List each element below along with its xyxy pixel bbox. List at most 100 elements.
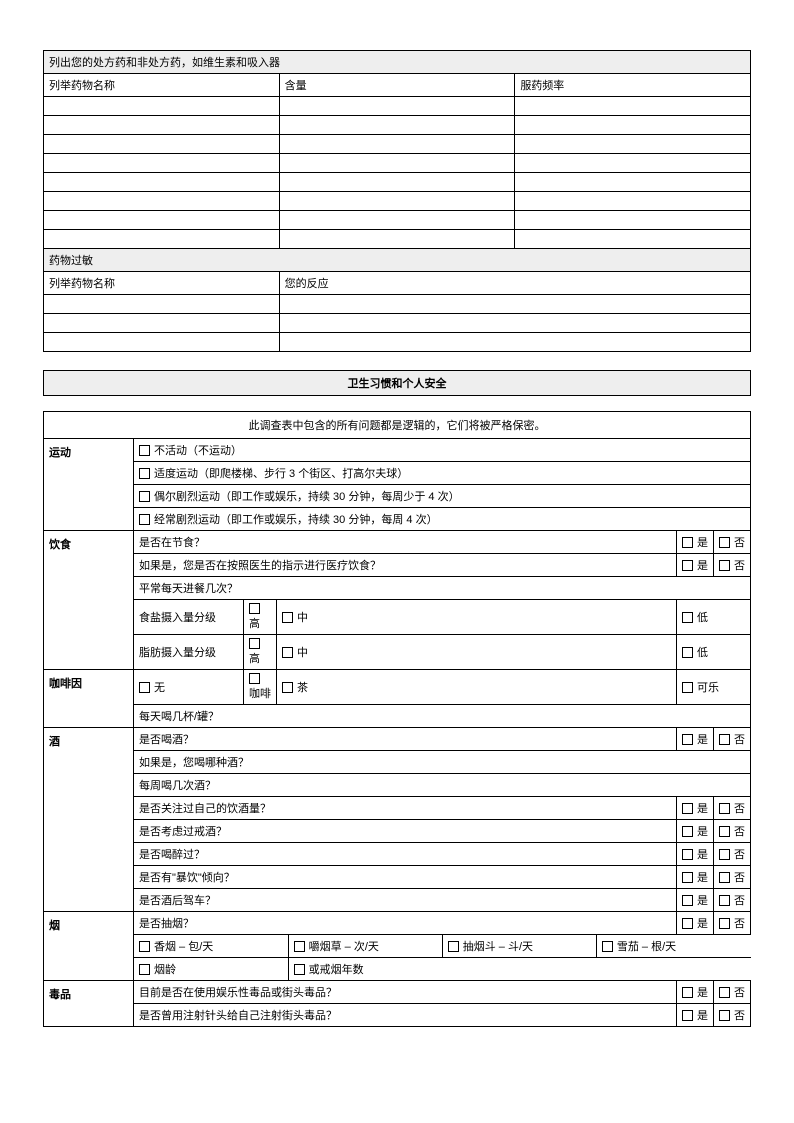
checkbox-icon[interactable] (719, 895, 730, 906)
caffeine-tea[interactable]: 茶 (277, 670, 677, 705)
checkbox-icon[interactable] (139, 468, 150, 479)
no-option[interactable]: 否 (713, 981, 750, 1004)
checkbox-icon[interactable] (719, 1010, 730, 1021)
checkbox-icon[interactable] (682, 1010, 693, 1021)
alcohol-q3[interactable]: 每周喝几次酒？ (134, 774, 751, 797)
checkbox-icon[interactable] (682, 826, 693, 837)
caffeine-cups[interactable]: 每天喝几杯/罐？ (134, 705, 751, 728)
checkbox-icon[interactable] (682, 803, 693, 814)
table-row[interactable] (44, 211, 751, 230)
caffeine-coffee[interactable]: 咖啡 (244, 670, 277, 705)
fat-high[interactable]: 高 (244, 635, 277, 670)
checkbox-icon[interactable] (719, 987, 730, 998)
checkbox-icon[interactable] (719, 560, 730, 571)
checkbox-icon[interactable] (719, 849, 730, 860)
alcohol-q2[interactable]: 如果是，您喝哪种酒？ (134, 751, 751, 774)
no-option[interactable]: 否 (713, 843, 750, 866)
checkbox-icon[interactable] (682, 849, 693, 860)
yes-option[interactable]: 是 (676, 1004, 713, 1027)
table-row[interactable] (44, 230, 751, 249)
checkbox-icon[interactable] (682, 682, 693, 693)
checkbox-icon[interactable] (139, 941, 150, 952)
no-option[interactable]: 否 (713, 728, 750, 751)
table-row[interactable] (44, 154, 751, 173)
table-row[interactable] (44, 192, 751, 211)
yes-option[interactable]: 是 (676, 728, 713, 751)
table-row[interactable] (44, 116, 751, 135)
exercise-opt4[interactable]: 经常剧烈运动（即工作或娱乐，持续 30 分钟，每周 4 次） (134, 508, 751, 531)
checkbox-icon[interactable] (719, 918, 730, 929)
diet-q3[interactable]: 平常每天进餐几次？ (134, 577, 751, 600)
checkbox-icon[interactable] (719, 537, 730, 548)
yes-option[interactable]: 是 (676, 889, 713, 912)
checkbox-icon[interactable] (139, 491, 150, 502)
checkbox-icon[interactable] (682, 537, 693, 548)
table-row[interactable] (44, 173, 751, 192)
tobacco-years[interactable]: 烟龄 (134, 958, 288, 980)
checkbox-icon[interactable] (682, 612, 693, 623)
table-row[interactable] (44, 135, 751, 154)
checkbox-icon[interactable] (719, 826, 730, 837)
checkbox-icon[interactable] (682, 560, 693, 571)
yes-option[interactable]: 是 (676, 531, 713, 554)
checkbox-icon[interactable] (282, 682, 293, 693)
checkbox-icon[interactable] (682, 895, 693, 906)
checkbox-icon[interactable] (282, 647, 293, 658)
diet-q2: 如果是，您是否在按照医生的指示进行医疗饮食？ (134, 554, 677, 577)
no-option[interactable]: 否 (713, 531, 750, 554)
no-option[interactable]: 否 (713, 820, 750, 843)
checkbox-icon[interactable] (294, 941, 305, 952)
no-option[interactable]: 否 (713, 912, 750, 935)
no-option[interactable]: 否 (713, 866, 750, 889)
exercise-opt2[interactable]: 适度运动（即爬楼梯、步行 3 个街区、打高尔夫球） (134, 462, 751, 485)
checkbox-icon[interactable] (139, 964, 150, 975)
checkbox-icon[interactable] (448, 941, 459, 952)
table-row[interactable] (44, 295, 751, 314)
exercise-opt1[interactable]: 不活动（不运动） (134, 439, 751, 462)
salt-high[interactable]: 高 (244, 600, 277, 635)
checkbox-icon[interactable] (294, 964, 305, 975)
checkbox-icon[interactable] (682, 872, 693, 883)
no-option[interactable]: 否 (713, 554, 750, 577)
salt-mid[interactable]: 中 (277, 600, 677, 635)
checkbox-icon[interactable] (682, 734, 693, 745)
checkbox-icon[interactable] (249, 603, 260, 614)
no-option[interactable]: 否 (713, 889, 750, 912)
checkbox-icon[interactable] (719, 803, 730, 814)
checkbox-icon[interactable] (139, 445, 150, 456)
no-option[interactable]: 否 (713, 797, 750, 820)
no-option[interactable]: 否 (713, 1004, 750, 1027)
yes-option[interactable]: 是 (676, 912, 713, 935)
checkbox-icon[interactable] (682, 987, 693, 998)
tobacco-quit[interactable]: 或戒烟年数 (288, 958, 750, 980)
yes-option[interactable]: 是 (676, 866, 713, 889)
checkbox-icon[interactable] (139, 514, 150, 525)
checkbox-icon[interactable] (682, 918, 693, 929)
checkbox-icon[interactable] (139, 682, 150, 693)
yes-option[interactable]: 是 (676, 843, 713, 866)
tobacco-pipe[interactable]: 抽烟斗 – 斗/天 (442, 935, 596, 958)
checkbox-icon[interactable] (602, 941, 613, 952)
checkbox-icon[interactable] (682, 647, 693, 658)
fat-mid[interactable]: 中 (277, 635, 677, 670)
checkbox-icon[interactable] (282, 612, 293, 623)
tobacco-chew[interactable]: 嚼烟草 – 次/天 (288, 935, 442, 958)
checkbox-icon[interactable] (249, 673, 260, 684)
fat-low[interactable]: 低 (676, 635, 750, 670)
checkbox-icon[interactable] (719, 734, 730, 745)
caffeine-none[interactable]: 无 (134, 670, 244, 705)
tobacco-cigar[interactable]: 雪茄 – 根/天 (596, 935, 750, 958)
table-row[interactable] (44, 314, 751, 333)
salt-low[interactable]: 低 (676, 600, 750, 635)
yes-option[interactable]: 是 (676, 981, 713, 1004)
exercise-opt3[interactable]: 偶尔剧烈运动（即工作或娱乐，持续 30 分钟，每周少于 4 次） (134, 485, 751, 508)
checkbox-icon[interactable] (719, 872, 730, 883)
table-row[interactable] (44, 97, 751, 116)
table-row[interactable] (44, 333, 751, 352)
yes-option[interactable]: 是 (676, 554, 713, 577)
checkbox-icon[interactable] (249, 638, 260, 649)
yes-option[interactable]: 是 (676, 820, 713, 843)
caffeine-cola[interactable]: 可乐 (676, 670, 750, 705)
yes-option[interactable]: 是 (676, 797, 713, 820)
tobacco-cig[interactable]: 香烟 – 包/天 (134, 935, 288, 958)
